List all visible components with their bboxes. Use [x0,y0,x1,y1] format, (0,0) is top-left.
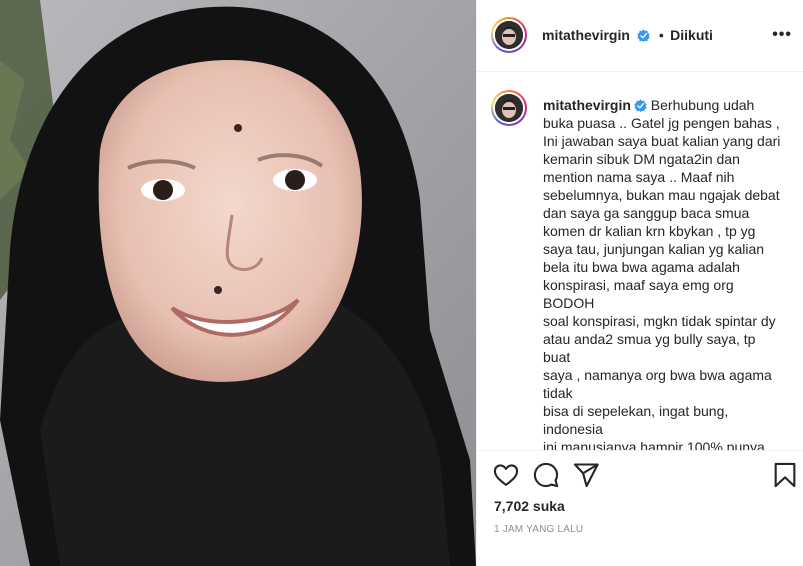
caption-line: buka puasa .. Gatel jg pengen bahas , [543,115,780,131]
post-container: mitathevirgin • Diikuti ••• mitathevirgi… [0,0,803,566]
more-options-button[interactable]: ••• [772,26,792,44]
caption-line: buat [543,349,571,365]
caption-line: bisa di sepelekan, ingat bung, [543,403,729,419]
caption-line: tidak [543,385,573,401]
selfie-image [0,0,476,566]
caption-line: saya , namanya org bwa bwa agama [543,367,772,383]
post-timestamp[interactable]: 1 JAM YANG LALU [494,524,583,535]
caption-text: mitathevirgin Berhubung udah buka puasa … [543,96,795,450]
caption-line: sebelumnya, bukan mau ngajak debat [543,187,780,203]
avatar-image [495,21,523,49]
caption-line: bela itu bwa bwa agama adalah [543,259,740,275]
caption-line: komen dr kalian krn kbykan , tp yg [543,223,756,239]
follow-status-button[interactable]: Diikuti [670,27,713,43]
caption-line: Ini jawaban saya buat kalian yang dari [543,133,781,149]
header-avatar[interactable] [491,17,527,53]
comment-icon[interactable] [532,461,560,489]
heart-icon[interactable] [492,461,520,489]
caption-line: saya tau, junjungan kalian yg kalian [543,241,765,257]
header-user-line: mitathevirgin • Diikuti [542,27,713,45]
share-icon[interactable] [572,461,600,489]
caption-line: dan saya ga sanggup baca smua [543,205,750,221]
caption-line: indonesia [543,421,603,437]
post-sidebar: mitathevirgin • Diikuti ••• mitathevirgi… [476,0,803,566]
caption-line: ini manusianya hampir 100% punya [543,439,765,450]
header-username[interactable]: mitathevirgin [542,27,630,43]
caption-username[interactable]: mitathevirgin [543,97,631,113]
likes-count[interactable]: 7,702 suka [494,498,565,514]
post-actions: 7,702 suka 1 JAM YANG LALU [477,450,803,566]
avatar-image [495,94,523,122]
caption-line: kemarin sibuk DM ngata2in dan [543,151,740,167]
caption-line: Berhubung udah [650,97,755,113]
caption-line: soal konspirasi, mgkn tidak spintar dy [543,313,776,329]
caption-first-line: mitathevirgin Berhubung udah [543,96,795,114]
caption-avatar[interactable] [491,90,527,126]
verified-badge-icon [637,29,651,42]
caption-line: atau anda2 smua yg bully saya, tp [543,331,756,347]
caption-line: konspirasi, maaf saya emg org [543,277,734,293]
post-photo[interactable] [0,0,476,566]
verified-badge-icon [634,99,647,112]
caption-line: mention nama saya .. Maaf nih [543,169,735,185]
caption-section: mitathevirgin Berhubung udah buka puasa … [477,72,803,450]
caption-line: BODOH [543,295,595,311]
bookmark-icon[interactable] [771,461,799,489]
post-header: mitathevirgin • Diikuti ••• [477,0,803,72]
header-separator: • [658,27,664,43]
